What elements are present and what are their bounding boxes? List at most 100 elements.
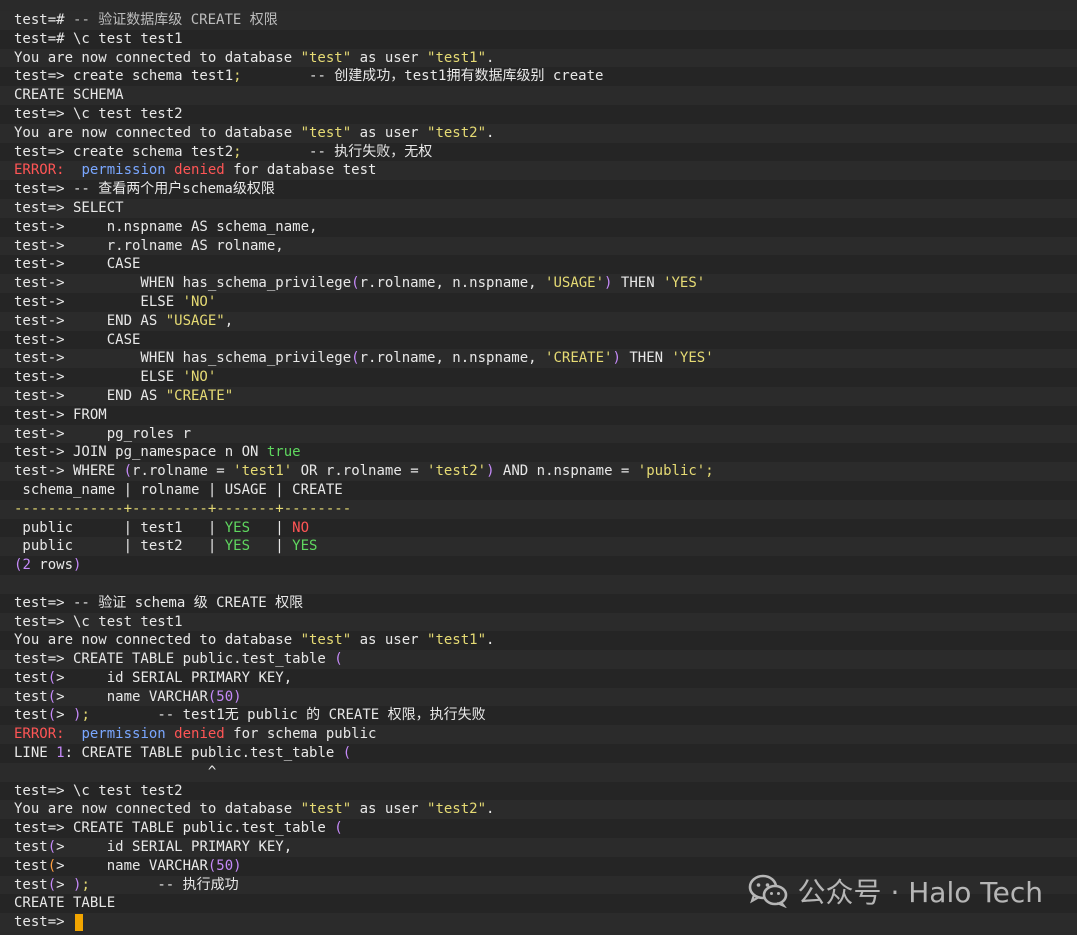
terminal-line: public | test1 | YES | NO [0, 518, 1077, 538]
terminal-text: You are now connected to database [14, 632, 301, 649]
terminal-text: test=> [14, 914, 74, 931]
terminal-text: ( [342, 745, 352, 762]
text-cursor [75, 913, 84, 931]
terminal-text: > name VARCHAR [56, 857, 208, 874]
terminal-text: LINE [14, 745, 57, 762]
terminal-text: test=> \c test test1 [14, 613, 183, 630]
terminal-text: public | test1 | [14, 519, 225, 536]
terminal-text: ; [233, 68, 242, 85]
terminal-text: test=> create schema test2 [14, 143, 234, 160]
terminal-line: test=> CREATE TABLE public.test_table ( [0, 650, 1077, 669]
terminal-line: test=> create schema test2; -- 执行失败，无权 [0, 142, 1077, 162]
terminal-line: You are now connected to database "test"… [0, 631, 1077, 651]
terminal-text: "test" [300, 801, 352, 818]
terminal-text: test-> ELSE [14, 293, 183, 310]
terminal-line: test-> END AS "USAGE", [0, 311, 1077, 331]
terminal-text: 'NO' [182, 293, 217, 310]
terminal-line: test-> pg_roles r [0, 424, 1077, 444]
terminal-text: 'test2' [427, 463, 487, 480]
terminal-line: test=# \c test test1 [0, 29, 1077, 49]
terminal-text: test-> pg_roles r [14, 425, 192, 442]
terminal-text: YES [224, 538, 251, 555]
terminal-text: (50) [207, 857, 242, 874]
terminal-output[interactable]: test=# -- 验证数据库级 CREATE 权限 test=# \c test… [0, 11, 1077, 933]
terminal-text: ; [233, 143, 242, 160]
terminal-text: : CREATE TABLE public.test_table [64, 745, 343, 762]
terminal-text: 'test1' [233, 463, 293, 480]
terminal-text: test=> -- 查看两个用户schema级权限 [14, 181, 275, 198]
terminal-text: test-> CASE [14, 331, 141, 348]
terminal-text: , [224, 312, 234, 329]
terminal-line: You are now connected to database "test"… [0, 123, 1077, 143]
terminal-text: test-> CASE [14, 256, 141, 273]
terminal-text: . [486, 49, 495, 66]
terminal-line: You are now connected to database "test"… [0, 800, 1077, 820]
terminal-text: NO [292, 519, 310, 536]
terminal-text: ( [47, 839, 57, 856]
terminal-line: test-> END AS "CREATE" [0, 386, 1077, 406]
terminal-text: test-> END AS [14, 387, 166, 404]
terminal-line: test-> WHEN has_schema_privilege(r.rolna… [0, 274, 1077, 293]
terminal-text: as user [351, 49, 428, 66]
terminal-text: test-> ELSE [14, 369, 183, 386]
terminal-text: r.rolname, n.nspname, [359, 350, 546, 367]
terminal-text: -------------+---------+-------+-------- [14, 500, 352, 517]
terminal-text: ( [351, 275, 360, 292]
terminal-text: CREATE TABLE [14, 895, 116, 912]
terminal-text: test-> FROM [14, 406, 107, 423]
terminal-text: -- 验证数据库级 CREATE 权限 [73, 12, 278, 28]
terminal-text: test-> WHERE [14, 463, 124, 480]
terminal-line: ERROR: permission denied for database te… [0, 161, 1077, 181]
terminal-line: test=# -- 验证数据库级 CREATE 权限 [0, 11, 1077, 30]
watermark: 公众号 · Halo Tech [748, 871, 1043, 911]
terminal-line: test(> ); -- test1无 public 的 CREATE 权限，执… [0, 706, 1077, 726]
terminal-text: denied [174, 726, 225, 743]
terminal-line: test-> ELSE 'NO' [0, 368, 1077, 387]
terminal-text: denied [174, 162, 225, 179]
terminal-text: ( [334, 651, 343, 668]
terminal-text: r.rolname = [132, 463, 234, 480]
terminal-text: > name VARCHAR [56, 688, 208, 705]
terminal-text: ( [47, 669, 57, 686]
terminal-text: "test" [300, 632, 352, 649]
terminal-text: You are now connected to database [14, 49, 301, 66]
terminal-text: ( [47, 857, 57, 874]
terminal-text: test=> SELECT [14, 199, 124, 216]
terminal-text: | [250, 538, 293, 555]
terminal-line: ERROR: permission denied for schema publ… [0, 725, 1077, 745]
terminal-text: test [14, 707, 48, 724]
terminal-text: "test" [300, 124, 352, 141]
terminal-text: YES [224, 519, 251, 536]
terminal-text: permission [81, 726, 175, 743]
terminal-line: test-> ELSE 'NO' [0, 292, 1077, 312]
terminal-text: true [266, 444, 301, 461]
terminal-line: test-> CASE [0, 330, 1077, 350]
terminal-line: test-> FROM [0, 405, 1077, 425]
terminal-line: public | test2 | YES | YES [0, 537, 1077, 557]
terminal-line: test-> r.rolname AS rolname, [0, 236, 1077, 256]
terminal-line: test-> n.nspname AS schema_name, [0, 217, 1077, 237]
terminal-text: as user [351, 124, 428, 141]
terminal-line: You are now connected to database "test"… [0, 48, 1077, 68]
terminal-text: | [250, 519, 293, 536]
wechat-icon [748, 874, 787, 908]
terminal-text: "test1" [427, 49, 487, 66]
terminal-text: as user [351, 801, 428, 818]
watermark-text: 公众号 · Halo Tech [797, 876, 1043, 909]
terminal-text: THEN [612, 275, 664, 292]
terminal-text: (50) [207, 688, 242, 705]
terminal-line: (2 rows) [0, 556, 1077, 575]
terminal-text: "test1" [427, 632, 487, 649]
terminal-line: test-> JOIN pg_namespace n ON true [0, 443, 1077, 463]
terminal-text: You are now connected to database [14, 801, 301, 818]
terminal-line: -------------+---------+-------+-------- [0, 499, 1077, 519]
terminal-text: test=> CREATE TABLE public.test_table [14, 820, 335, 837]
terminal-text: "test2" [427, 801, 487, 818]
terminal-text: THEN [620, 350, 672, 367]
terminal-text: test-> JOIN pg_namespace n ON [14, 444, 267, 461]
terminal-text: ( [47, 876, 57, 893]
terminal-line: test=> \c test test1 [0, 612, 1077, 632]
